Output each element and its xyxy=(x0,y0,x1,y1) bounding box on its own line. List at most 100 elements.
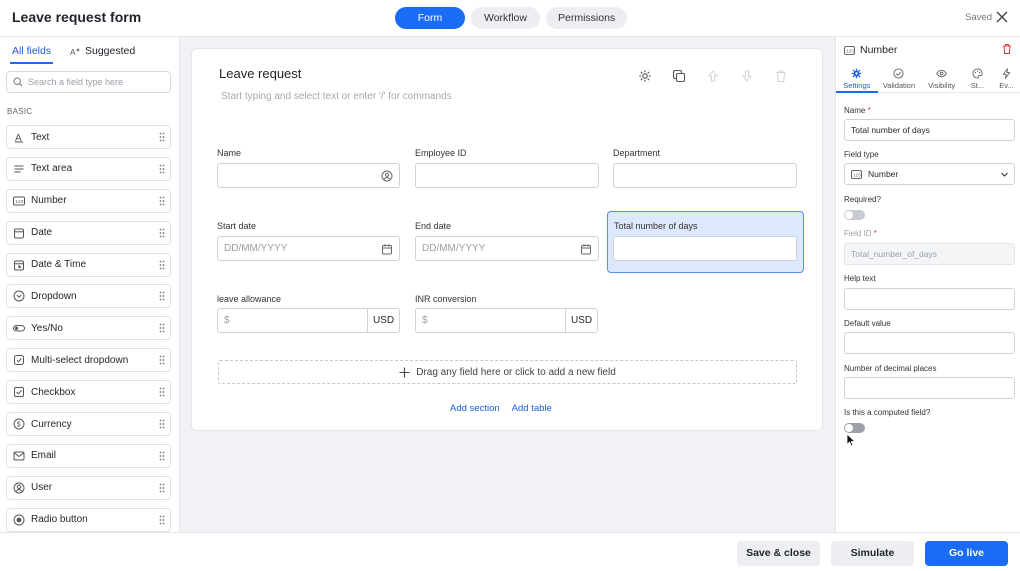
svg-text:A: A xyxy=(70,48,76,57)
radio-icon xyxy=(13,514,25,526)
field-library-panel: All fields A Suggested BASIC A Text Text a… xyxy=(0,37,180,532)
field-type-currency[interactable]: $ Currency xyxy=(6,412,171,437)
chevron-down-icon xyxy=(1001,172,1008,177)
end-date-input[interactable]: DD/MM/YYYY xyxy=(415,236,599,261)
decimal-places-label: Number of decimal places xyxy=(844,364,937,373)
palette-icon xyxy=(972,68,983,79)
field-type-user[interactable]: User xyxy=(6,475,171,500)
drag-handle-icon[interactable] xyxy=(159,323,165,333)
field-id-input: Total_number_of_days xyxy=(844,243,1015,265)
drag-handle-icon[interactable] xyxy=(159,483,165,493)
drag-handle-icon[interactable] xyxy=(159,196,165,206)
simulate-button[interactable]: Simulate xyxy=(831,541,914,566)
drag-handle-icon[interactable] xyxy=(159,228,165,238)
field-type-email[interactable]: Email xyxy=(6,443,171,468)
tab-permissions[interactable]: Permissions xyxy=(546,7,627,29)
name-prop-input[interactable]: Total number of days xyxy=(844,119,1015,141)
form-title[interactable]: Leave request xyxy=(219,66,301,81)
drag-handle-icon[interactable] xyxy=(159,132,165,142)
field-type-label: Dropdown xyxy=(31,290,77,302)
field-type-text-area[interactable]: Text area xyxy=(6,156,171,181)
drag-handle-icon[interactable] xyxy=(159,387,165,397)
field-type-yes-no[interactable]: Yes/No xyxy=(6,316,171,341)
decimal-places-input[interactable] xyxy=(844,377,1015,399)
default-value-input[interactable] xyxy=(844,332,1015,354)
drag-handle-icon[interactable] xyxy=(159,260,165,270)
employee-id-input[interactable] xyxy=(415,163,599,188)
tab-validation[interactable]: Validation xyxy=(878,63,921,92)
field-type-label: User xyxy=(31,482,53,494)
drag-handle-icon[interactable] xyxy=(159,355,165,365)
department-input[interactable] xyxy=(613,163,797,188)
currency-code[interactable]: USD xyxy=(367,309,399,332)
computed-field-label: Is this a computed field? xyxy=(844,408,931,417)
user-icon xyxy=(381,170,393,182)
help-text-input[interactable] xyxy=(844,288,1015,310)
start-date-input[interactable]: DD/MM/YYYY xyxy=(217,236,400,261)
field-type-date[interactable]: Date xyxy=(6,220,171,245)
field-type-select[interactable]: 123 Number xyxy=(844,163,1015,185)
add-section-link[interactable]: Add section xyxy=(450,403,500,414)
svg-text:123: 123 xyxy=(15,199,23,205)
search-input[interactable] xyxy=(28,77,158,87)
trash-icon[interactable] xyxy=(1001,43,1013,55)
required-toggle[interactable] xyxy=(844,210,865,220)
tab-form[interactable]: Form xyxy=(395,7,465,29)
tab-events[interactable]: Ev... xyxy=(992,63,1020,92)
field-type-checkbox[interactable]: Checkbox xyxy=(6,380,171,405)
tab-suggested[interactable]: A Suggested xyxy=(70,45,135,57)
add-table-link[interactable]: Add table xyxy=(512,403,552,414)
inr-conversion-input[interactable]: $ USD xyxy=(415,308,598,333)
add-field-dropzone[interactable]: Drag any field here or click to add a ne… xyxy=(218,360,797,384)
tab-suggested-label: Suggested xyxy=(85,45,136,57)
add-links: Add section Add table xyxy=(450,403,552,414)
total-days-label: Total number of days xyxy=(614,221,698,231)
field-type-label: Yes/No xyxy=(31,322,63,334)
number-icon: 123 xyxy=(851,169,862,179)
total-days-input[interactable] xyxy=(613,236,797,261)
tab-validation-label: Validation xyxy=(882,81,916,90)
tab-styles[interactable]: St... xyxy=(963,63,992,92)
drag-handle-icon[interactable] xyxy=(159,451,165,461)
form-toolbar xyxy=(638,69,788,83)
save-close-button[interactable]: Save & close xyxy=(737,541,820,566)
field-type-text[interactable]: A Text xyxy=(6,125,171,149)
mode-tabs: Form Workflow Permissions xyxy=(395,7,627,29)
field-search[interactable] xyxy=(6,71,171,93)
currency-code[interactable]: USD xyxy=(565,309,597,332)
gear-icon[interactable] xyxy=(638,69,652,83)
field-type-date-time[interactable]: Date & Time xyxy=(6,252,171,277)
field-type-number[interactable]: 123 Number xyxy=(6,188,171,213)
field-type-multi-select-dropdown[interactable]: Multi-select dropdown xyxy=(6,348,171,373)
form-description-placeholder[interactable]: Start typing and select text or enter '/… xyxy=(221,91,452,102)
drag-handle-icon[interactable] xyxy=(159,419,165,429)
move-down-icon[interactable] xyxy=(740,69,754,83)
drag-handle-icon[interactable] xyxy=(159,164,165,174)
field-type-dropdown[interactable]: Dropdown xyxy=(6,284,171,309)
leave-allowance-input[interactable]: $ USD xyxy=(217,308,400,333)
calendar-icon[interactable] xyxy=(580,243,592,255)
calendar-icon[interactable] xyxy=(381,243,393,255)
currency-prefix: $ xyxy=(422,315,428,326)
start-date-placeholder: DD/MM/YYYY xyxy=(224,243,288,254)
drag-handle-icon[interactable] xyxy=(159,291,165,301)
computed-field-toggle[interactable] xyxy=(844,423,865,433)
field-type-label: Number xyxy=(31,195,67,207)
tab-visibility[interactable]: Visibility xyxy=(920,63,963,92)
tab-workflow[interactable]: Workflow xyxy=(471,7,540,29)
field-type-radio-button[interactable]: Radio button xyxy=(6,507,171,532)
trash-icon[interactable] xyxy=(774,69,788,83)
close-icon[interactable] xyxy=(996,11,1008,23)
go-live-button[interactable]: Go live xyxy=(925,541,1008,566)
duplicate-icon[interactable] xyxy=(672,69,686,83)
tab-settings[interactable]: Settings xyxy=(836,63,878,93)
drag-handle-icon[interactable] xyxy=(159,515,165,525)
tab-all-fields[interactable]: All fields xyxy=(9,45,54,64)
move-up-icon[interactable] xyxy=(706,69,720,83)
dropdown-icon xyxy=(13,290,25,302)
name-input[interactable] xyxy=(217,163,400,188)
properties-header: 123 Number xyxy=(844,44,897,56)
employee-id-label: Employee ID xyxy=(415,148,467,158)
default-value-label: Default value xyxy=(844,319,891,328)
field-type-label: Radio button xyxy=(31,514,88,526)
